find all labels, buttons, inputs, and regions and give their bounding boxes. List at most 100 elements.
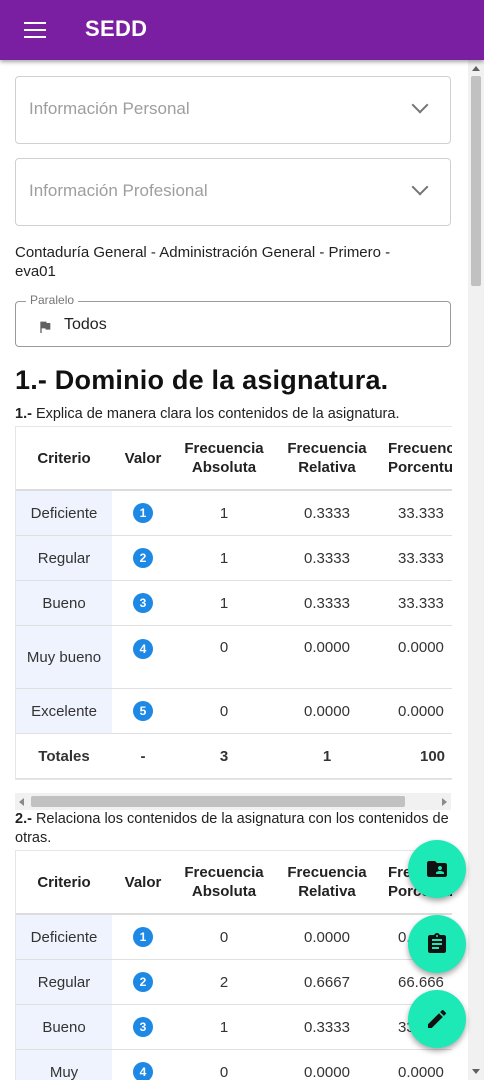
cell-criterio: Bueno — [16, 1004, 112, 1050]
table-row: Bueno 3 1 0.3333 33.333 — [16, 580, 452, 626]
folder-account-fab[interactable] — [408, 840, 466, 898]
question-body: Relaciona los contenidos de la asignatur… — [15, 811, 449, 846]
valor-badge: 2 — [133, 548, 153, 568]
context-line: Contaduría General - Administración Gene… — [15, 244, 391, 280]
flag-icon — [40, 321, 51, 333]
clipboard-icon — [428, 933, 446, 953]
cell-criterio: Muy — [16, 1049, 112, 1080]
cell-abs: 0 — [174, 625, 274, 689]
cell-criterio: Deficiente — [16, 914, 112, 960]
cell-abs: 1 — [174, 1004, 274, 1050]
menu-icon[interactable] — [24, 22, 46, 38]
cell-valor: 2 — [112, 959, 174, 1005]
cell-criterio: Regular — [16, 535, 112, 581]
main-content: Información Personal Información Profesi… — [0, 60, 468, 1080]
cell-abs: 0 — [174, 914, 274, 960]
cell-valor: 4 — [112, 1049, 174, 1080]
cell-rel: 0.3333 — [274, 580, 380, 626]
valor-badge: 5 — [133, 701, 153, 721]
cell-criterio: Muy bueno — [16, 625, 112, 689]
scrollbar-thumb[interactable] — [31, 796, 405, 807]
cell-totals-valor: - — [112, 733, 174, 779]
app-title: SEDD — [85, 16, 148, 41]
panel-informacion-profesional[interactable]: Información Profesional — [15, 158, 451, 226]
header-criterio: Criterio — [16, 427, 112, 491]
scroll-up-icon[interactable] — [472, 66, 480, 71]
cell-criterio: Regular — [16, 959, 112, 1005]
paralelo-label: Paralelo — [26, 293, 79, 307]
table-horizontal-scrollbar[interactable] — [15, 793, 451, 810]
cell-rel: 0.0000 — [274, 625, 380, 689]
cell-abs: 1 — [174, 535, 274, 581]
cell-abs: 0 — [174, 1049, 274, 1080]
chevron-down-icon — [411, 96, 429, 114]
paralelo-value: Todos — [64, 316, 107, 333]
paralelo-select[interactable]: Paralelo Todos — [15, 293, 451, 347]
cell-valor: 5 — [112, 688, 174, 734]
valor-badge: 4 — [133, 1062, 153, 1080]
table-row: Regular 2 1 0.3333 33.333 — [16, 535, 452, 581]
panel-label: Información Profesional — [29, 181, 208, 200]
scrollbar-thumb[interactable] — [471, 76, 481, 286]
header-criterio: Criterio — [16, 851, 112, 915]
folder-account-icon — [427, 861, 447, 877]
table-row: Deficiente 1 0 0.0000 0.0000 — [16, 914, 452, 960]
cell-abs: 1 — [174, 580, 274, 626]
scroll-left-icon[interactable] — [19, 798, 24, 806]
header-valor: Valor — [112, 427, 174, 491]
header-valor: Valor — [112, 851, 174, 915]
cell-totals-pct: 100 — [380, 733, 452, 779]
page-vertical-scrollbar[interactable] — [468, 60, 484, 1080]
question-body: Explica de manera clara los contenidos d… — [31, 406, 400, 422]
question-text: 1.- Explica de manera clara los contenid… — [15, 405, 455, 424]
scroll-right-icon[interactable] — [442, 798, 447, 806]
cell-totals-label: Totales — [16, 733, 112, 779]
pencil-icon — [428, 1009, 447, 1028]
valor-badge: 2 — [133, 972, 153, 992]
cell-rel: 0.6667 — [274, 959, 380, 1005]
section-title: 1.- Dominio de la asignatura. — [15, 365, 389, 395]
cell-valor: 1 — [112, 914, 174, 960]
cell-valor: 1 — [112, 490, 174, 536]
cell-rel: 0.0000 — [274, 914, 380, 960]
cell-rel: 0.3333 — [274, 1004, 380, 1050]
cell-rel: 0.3333 — [274, 535, 380, 581]
frequency-table-2: Criterio Valor Frecuencia Absoluta Frecu… — [15, 850, 452, 1080]
header-frecuencia-relativa: Frecuencia Relativa — [274, 851, 380, 915]
cell-abs: 0 — [174, 688, 274, 734]
scroll-down-icon[interactable] — [472, 1069, 480, 1074]
cell-valor: 3 — [112, 1004, 174, 1050]
valor-badge: 3 — [133, 1017, 153, 1037]
table-row: Muy bueno 4 0 0.0000 0.0000 — [16, 625, 452, 689]
cell-pct: 33.333 — [380, 490, 452, 536]
header-frecuencia-relativa: Frecuencia Relativa — [274, 427, 380, 491]
valor-badge: 3 — [133, 593, 153, 613]
table-row: Deficiente 1 1 0.3333 33.333 — [16, 490, 452, 536]
cell-pct: 0.0000 — [380, 688, 452, 734]
totals-row: Totales - 3 1 100 — [16, 733, 452, 779]
cell-totals-rel: 1 — [274, 733, 380, 779]
valor-badge: 1 — [133, 503, 153, 523]
cell-criterio: Excelente — [16, 688, 112, 734]
table-row: Bueno 3 1 0.3333 33.333 — [16, 1004, 452, 1050]
app-bar: SEDD — [0, 0, 484, 60]
table-row: Regular 2 2 0.6667 66.666 — [16, 959, 452, 1005]
valor-badge: 4 — [133, 639, 153, 659]
question-number: 1.- — [15, 406, 32, 422]
panel-informacion-personal[interactable]: Información Personal — [15, 76, 451, 144]
question-text: 2.- Relaciona los contenidos de la asign… — [15, 810, 455, 848]
cell-totals-abs: 3 — [174, 733, 274, 779]
cell-pct: 33.333 — [380, 580, 452, 626]
clipboard-fab[interactable] — [408, 915, 466, 973]
table-row: Excelente 5 0 0.0000 0.0000 — [16, 688, 452, 734]
frequency-table-1: Criterio Valor Frecuencia Absoluta Frecu… — [15, 426, 452, 780]
cell-valor: 4 — [112, 625, 174, 689]
cell-criterio: Deficiente — [16, 490, 112, 536]
cell-rel: 0.3333 — [274, 490, 380, 536]
valor-badge: 1 — [133, 927, 153, 947]
header-frecuencia-absoluta: Frecuencia Absoluta — [174, 427, 274, 491]
cell-valor: 3 — [112, 580, 174, 626]
header-frecuencia-absoluta: Frecuencia Absoluta — [174, 851, 274, 915]
edit-fab[interactable] — [408, 990, 466, 1048]
table-row: Muy 4 0 0.0000 0.0000 — [16, 1049, 452, 1080]
